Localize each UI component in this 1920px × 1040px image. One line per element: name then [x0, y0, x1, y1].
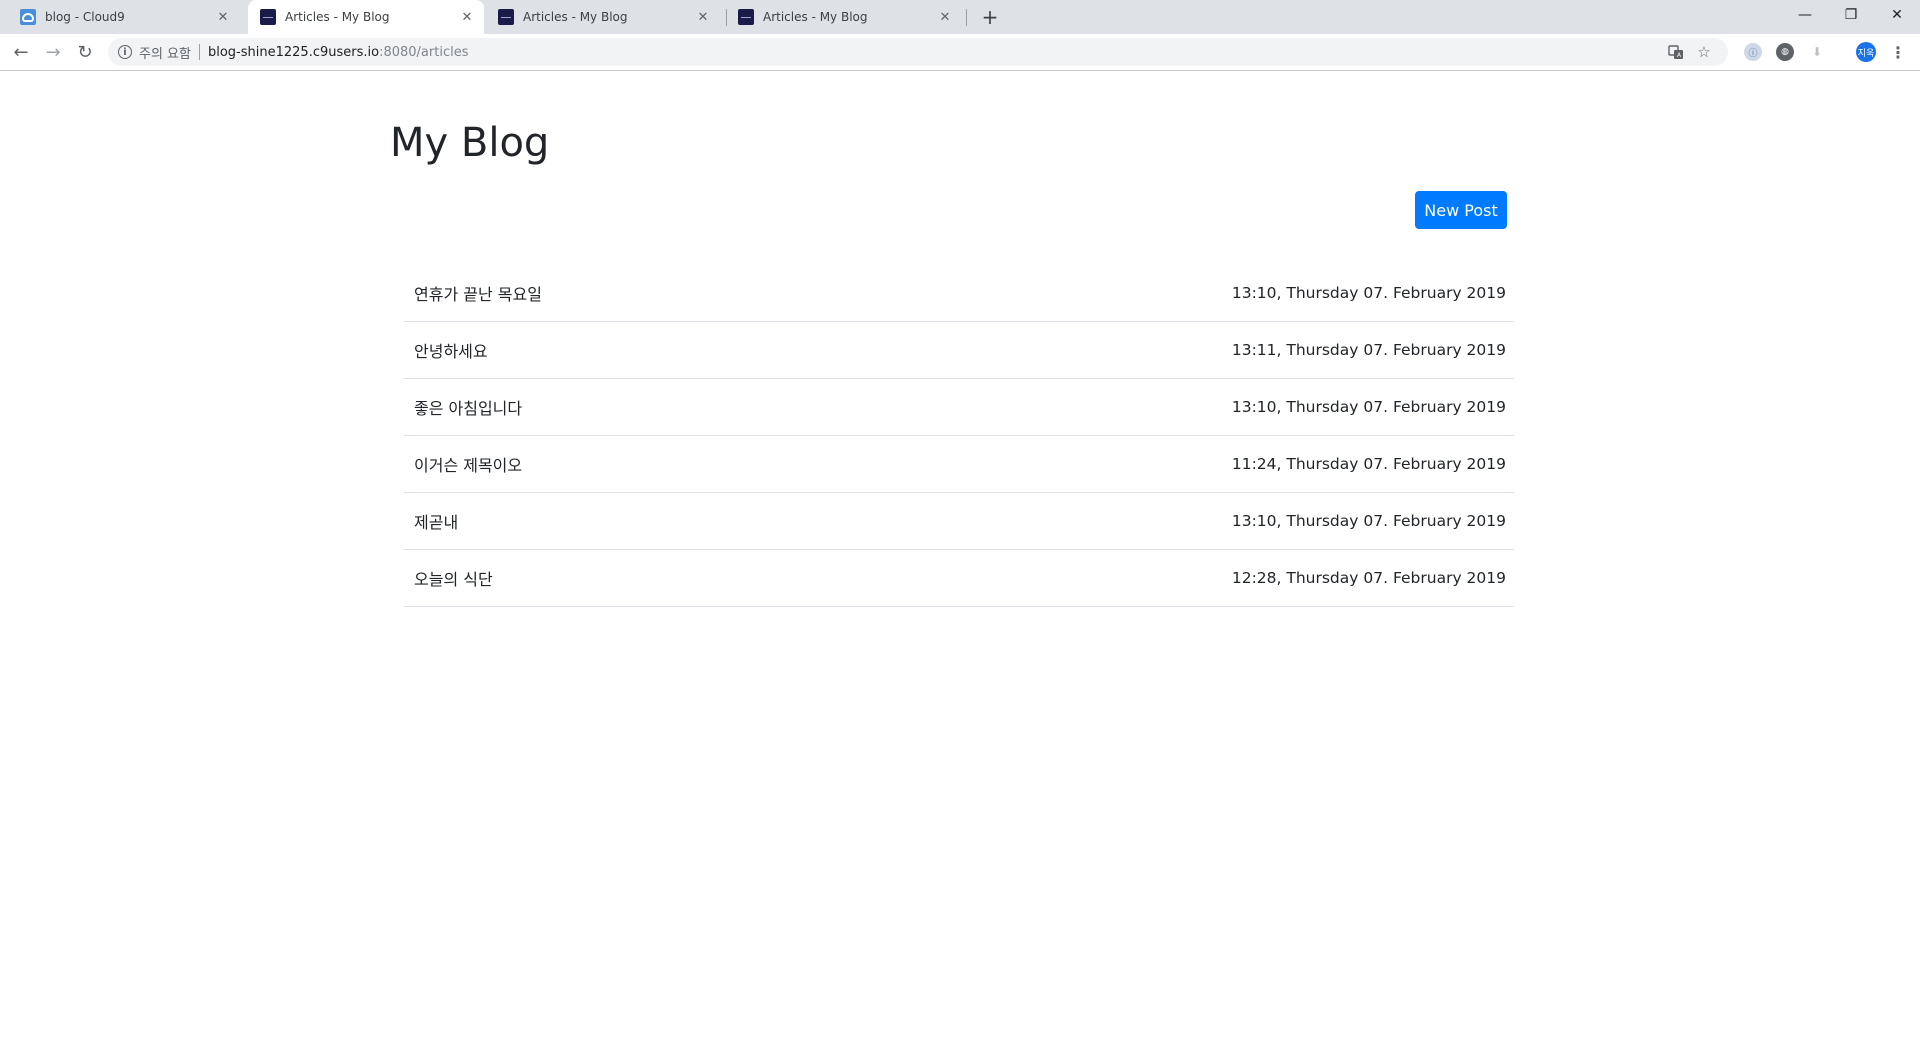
address-bar[interactable]: i 주의 요함 blog-shine1225.c9users.io :8080/… — [108, 38, 1728, 66]
tab-title: Articles - My Blog — [763, 10, 868, 24]
url-path: :8080/articles — [379, 44, 469, 60]
menu-icon[interactable]: ⋮ — [1884, 38, 1912, 66]
reload-icon[interactable]: ↻ — [71, 38, 99, 66]
article-title[interactable]: 오늘의 식단 — [414, 566, 493, 590]
new-tab-icon[interactable]: + — [978, 5, 1002, 29]
url-divider — [198, 44, 200, 60]
security-status[interactable]: 주의 요함 — [139, 43, 191, 62]
close-icon[interactable]: ✕ — [937, 9, 953, 25]
extension-globe-icon[interactable]: ◍ — [1776, 43, 1794, 61]
tab-divider — [966, 9, 967, 26]
profile-avatar[interactable]: 지욱 — [1856, 42, 1876, 62]
article-title[interactable]: 연휴가 끝난 목요일 — [414, 281, 542, 305]
tab-cloud9[interactable]: blog - Cloud9 ✕ — [8, 0, 240, 34]
article-title[interactable]: 안녕하세요 — [414, 338, 488, 362]
forward-icon[interactable]: → — [39, 38, 67, 66]
bookmark-star-icon[interactable]: ☆ — [1690, 38, 1718, 66]
info-icon[interactable]: i — [118, 45, 132, 59]
article-list: 연휴가 끝난 목요일 13:10, Thursday 07. February … — [404, 265, 1514, 607]
extension-download-icon[interactable]: ⬇ — [1808, 43, 1826, 61]
restore-icon[interactable]: ❐ — [1828, 0, 1874, 30]
new-post-button[interactable]: New Post — [1415, 191, 1507, 229]
cloud9-icon — [20, 9, 36, 25]
blog-favicon-icon — [498, 9, 514, 25]
page-title: My Blog — [390, 120, 550, 166]
article-date: 13:11, Thursday 07. February 2019 — [1231, 341, 1506, 359]
article-date: 13:10, Thursday 07. February 2019 — [1231, 284, 1506, 302]
article-row[interactable]: 좋은 아침입니다 13:10, Thursday 07. February 20… — [404, 379, 1514, 436]
article-title[interactable]: 이거슨 제목이오 — [414, 452, 522, 476]
article-row[interactable]: 이거슨 제목이오 11:24, Thursday 07. February 20… — [404, 436, 1514, 493]
tab-articles[interactable]: Articles - My Blog ✕ — [726, 0, 962, 34]
browser-toolbar: ← → ↻ i 주의 요함 blog-shine1225.c9users.io … — [0, 34, 1920, 71]
close-icon[interactable]: ✕ — [215, 9, 231, 25]
extension-icon[interactable]: ⓘ — [1744, 43, 1762, 61]
close-icon[interactable]: ✕ — [695, 9, 711, 25]
tab-title: blog - Cloud9 — [45, 10, 125, 24]
window-close-icon[interactable]: ✕ — [1874, 0, 1920, 30]
blog-favicon-icon — [260, 9, 276, 25]
article-row[interactable]: 안녕하세요 13:11, Thursday 07. February 2019 — [404, 322, 1514, 379]
article-row[interactable]: 연휴가 끝난 목요일 13:10, Thursday 07. February … — [404, 265, 1514, 322]
page-content: My Blog New Post 연휴가 끝난 목요일 13:10, Thurs… — [0, 71, 1920, 1040]
article-title[interactable]: 좋은 아침입니다 — [414, 395, 522, 419]
tab-title: Articles - My Blog — [523, 10, 628, 24]
minimize-icon[interactable]: — — [1782, 0, 1828, 30]
tab-articles[interactable]: Articles - My Blog ✕ — [486, 0, 720, 34]
article-title[interactable]: 제곧내 — [414, 509, 458, 533]
blog-favicon-icon — [738, 9, 754, 25]
tab-articles-active[interactable]: Articles - My Blog ✕ — [248, 0, 484, 34]
article-date: 12:28, Thursday 07. February 2019 — [1231, 569, 1506, 587]
article-row[interactable]: 제곧내 13:10, Thursday 07. February 2019 — [404, 493, 1514, 550]
article-date: 11:24, Thursday 07. February 2019 — [1231, 455, 1506, 473]
url-host: blog-shine1225.c9users.io — [207, 44, 380, 60]
translate-icon[interactable]: A — [1662, 38, 1690, 66]
article-date: 13:10, Thursday 07. February 2019 — [1231, 512, 1506, 530]
tab-strip: blog - Cloud9 ✕ Articles - My Blog ✕ Art… — [0, 0, 1920, 34]
article-row[interactable]: 오늘의 식단 12:28, Thursday 07. February 2019 — [404, 550, 1514, 607]
close-icon[interactable]: ✕ — [459, 9, 475, 25]
back-icon[interactable]: ← — [7, 38, 35, 66]
article-date: 13:10, Thursday 07. February 2019 — [1231, 398, 1506, 416]
tab-title: Articles - My Blog — [285, 10, 390, 24]
